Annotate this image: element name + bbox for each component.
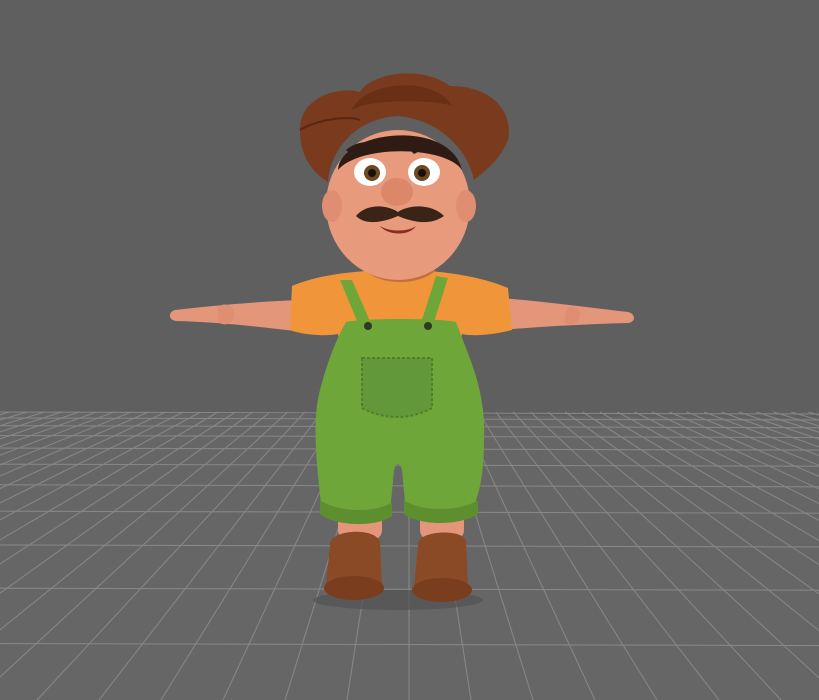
viewport-canvas[interactable] (0, 0, 819, 700)
overalls-pocket (361, 357, 433, 418)
button-right (424, 322, 432, 330)
nose (381, 178, 413, 206)
right-leg (412, 510, 472, 602)
3d-viewport[interactable] (0, 0, 819, 700)
button-left (364, 322, 372, 330)
